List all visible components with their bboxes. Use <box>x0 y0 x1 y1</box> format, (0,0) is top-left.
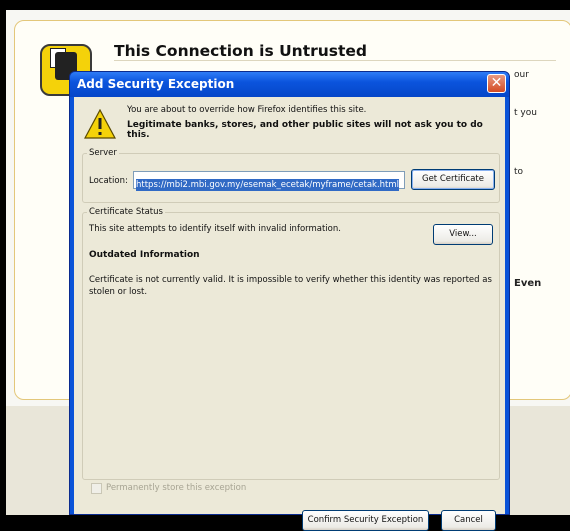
location-input[interactable]: https://mbi2.mbi.gov.my/esemak_ecetak/my… <box>133 171 405 191</box>
dialog-body: You are about to override how Firefox id… <box>74 97 505 531</box>
add-security-exception-dialog: Add Security Exception ✕ You are about t… <box>69 71 510 531</box>
cancel-button[interactable]: Cancel <box>441 510 496 531</box>
background-text-fragment: to <box>514 167 524 177</box>
background-text-fragment: t you <box>514 108 537 118</box>
server-group: Server Location: https://mbi2.mbi.gov.my… <box>82 148 500 203</box>
server-legend: Server <box>87 148 119 158</box>
location-value: https://mbi2.mbi.gov.my/esemak_ecetak/my… <box>136 179 400 191</box>
page-title: This Connection is Untrusted <box>114 42 368 60</box>
background-text-fragment: our <box>514 70 529 80</box>
dialog-title: Add Security Exception <box>77 77 235 91</box>
warning-text: You are about to override how Firefox id… <box>127 105 367 115</box>
permanent-exception-checkbox[interactable] <box>91 483 102 494</box>
status-description: This site attempts to identify itself wi… <box>89 224 341 234</box>
permanent-exception-label: Permanently store this exception <box>106 483 247 493</box>
warning-text-bold: Legitimate banks, stores, and other publ… <box>127 120 483 140</box>
close-icon[interactable]: ✕ <box>487 74 506 93</box>
view-button[interactable]: View... <box>433 224 493 245</box>
confirm-security-exception-button[interactable]: Confirm Security Exception <box>302 510 429 531</box>
background-text-fragment: Even <box>514 278 542 289</box>
certificate-status-legend: Certificate Status <box>87 207 165 217</box>
warning-icon <box>84 109 116 139</box>
status-message: Certificate is not currently valid. It i… <box>89 275 492 297</box>
dialog-titlebar[interactable]: Add Security Exception ✕ <box>70 72 509 97</box>
certificate-status-group: Certificate Status This site attempts to… <box>82 207 500 480</box>
title-divider <box>114 60 556 61</box>
status-heading: Outdated Information <box>89 250 200 260</box>
get-certificate-button[interactable]: Get Certificate <box>411 169 495 190</box>
location-label: Location: <box>89 176 128 186</box>
